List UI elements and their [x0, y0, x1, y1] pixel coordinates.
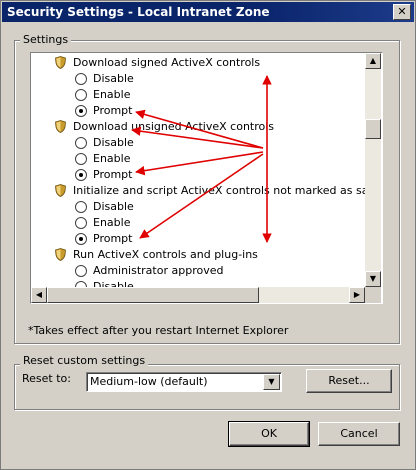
reset-level-value: Medium-low (default) — [90, 375, 208, 388]
setting-option-label[interactable]: Disable — [92, 279, 135, 287]
radio-unchecked[interactable] — [75, 217, 87, 229]
horizontal-scroll-thumb[interactable] — [47, 287, 259, 303]
radio-checked[interactable] — [75, 233, 87, 245]
setting-option-label[interactable]: Disable — [92, 199, 135, 215]
shield-icon — [55, 248, 66, 261]
scroll-left-button[interactable]: ◀ — [31, 287, 47, 303]
radio-checked[interactable] — [75, 105, 87, 117]
reset-group-label: Reset custom settings — [20, 354, 149, 367]
scroll-down-button[interactable]: ▼ — [365, 271, 381, 287]
setting-option-label[interactable]: Disable — [92, 71, 135, 87]
radio-unchecked[interactable] — [75, 89, 87, 101]
setting-option-label[interactable]: Administrator approved — [92, 263, 224, 279]
setting-option-label[interactable]: Prompt — [92, 103, 133, 119]
cancel-button[interactable]: Cancel — [318, 422, 400, 446]
settings-group-label: Settings — [20, 33, 72, 46]
radio-unchecked[interactable] — [75, 265, 87, 277]
setting-header-label: Download unsigned ActiveX controls — [73, 120, 275, 133]
setting-option-label[interactable]: Prompt — [92, 231, 133, 247]
scroll-up-button[interactable]: ▲ — [365, 53, 381, 69]
setting-header-label: Download signed ActiveX controls — [73, 56, 261, 69]
title-bar: Security Settings - Local Intranet Zone … — [2, 2, 414, 22]
radio-unchecked[interactable] — [75, 153, 87, 165]
shield-icon — [55, 56, 66, 69]
vertical-scrollbar[interactable]: ▲ ▼ — [365, 53, 381, 287]
vertical-scroll-thumb[interactable] — [365, 119, 381, 139]
radio-unchecked[interactable] — [75, 201, 87, 213]
horizontal-scrollbar[interactable]: ◀ ▶ — [31, 287, 365, 303]
reset-button[interactable]: Reset... — [306, 369, 392, 393]
reset-level-select[interactable]: Medium-low (default) ▼ — [86, 372, 282, 392]
close-button[interactable]: ✕ — [393, 4, 411, 20]
ok-button[interactable]: OK — [228, 421, 310, 447]
settings-list[interactable]: Download signed ActiveX controls Disable E… — [30, 52, 383, 304]
shield-icon — [55, 184, 66, 197]
scroll-corner — [365, 287, 381, 303]
settings-list-viewport: Download signed ActiveX controls Disable E… — [31, 53, 365, 287]
window-title: Security Settings - Local Intranet Zone — [7, 5, 270, 19]
setting-header-label: Initialize and script ActiveX controls n… — [73, 184, 365, 197]
radio-unchecked[interactable] — [75, 73, 87, 85]
setting-option-label[interactable]: Enable — [92, 215, 131, 231]
shield-icon — [55, 120, 66, 133]
scroll-right-button[interactable]: ▶ — [349, 287, 365, 303]
setting-option-label[interactable]: Prompt — [92, 167, 133, 183]
radio-unchecked[interactable] — [75, 137, 87, 149]
setting-option-label[interactable]: Enable — [92, 87, 131, 103]
restart-note: *Takes effect after you restart Internet… — [28, 324, 289, 337]
setting-option-label[interactable]: Enable — [92, 151, 131, 167]
chevron-down-icon[interactable]: ▼ — [263, 374, 280, 390]
setting-header-label: Run ActiveX controls and plug-ins — [73, 248, 258, 261]
radio-checked[interactable] — [75, 169, 87, 181]
setting-option-label[interactable]: Disable — [92, 135, 135, 151]
reset-to-label: Reset to: — [22, 372, 71, 385]
